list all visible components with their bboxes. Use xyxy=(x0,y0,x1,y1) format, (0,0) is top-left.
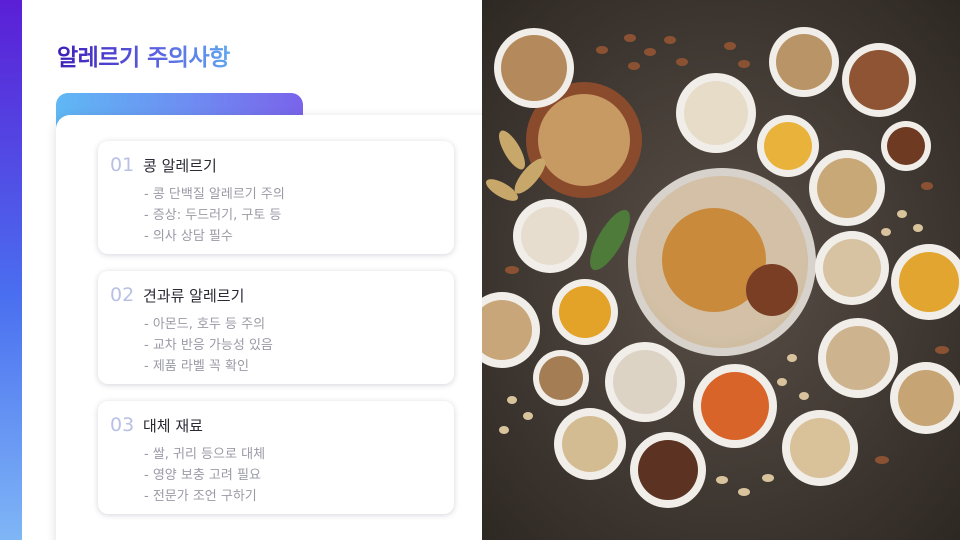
item-heading: 견과류 알레르기 xyxy=(143,287,245,305)
item-number: 02 xyxy=(110,284,135,306)
item-card-nuts: 02 견과류 알레르기 - 아몬드, 호두 등 주의 - 교차 반응 가능성 있… xyxy=(98,271,454,384)
item-heading: 콩 알레르기 xyxy=(143,157,217,175)
grains-nuts-photo xyxy=(482,0,960,540)
item-detail-list: - 아몬드, 호두 등 주의 - 교차 반응 가능성 있음 - 제품 라벨 꼭 … xyxy=(144,314,273,377)
item-number: 01 xyxy=(110,154,135,176)
item-heading: 대체 재료 xyxy=(143,417,203,435)
item-card-soy: 01 콩 알레르기 - 콩 단백질 알레르기 주의 - 증상: 두드러기, 구토… xyxy=(98,141,454,254)
item-detail: - 아몬드, 호두 등 주의 xyxy=(144,317,266,332)
item-detail: - 콩 단백질 알레르기 주의 xyxy=(144,187,285,202)
item-detail-list: - 쌀, 귀리 등으로 대체 - 영양 보충 고려 필요 - 전문가 조언 구하… xyxy=(144,444,265,507)
item-detail: - 교차 반응 가능성 있음 xyxy=(144,338,273,353)
item-number: 03 xyxy=(110,414,135,436)
item-detail: - 영양 보충 고려 필요 xyxy=(144,468,261,483)
item-detail: - 전문가 조언 구하기 xyxy=(144,489,257,504)
slide-title: 알레르기 주의사항 xyxy=(57,38,230,72)
item-detail: - 증상: 두드러기, 구토 등 xyxy=(144,208,282,223)
item-detail: - 쌀, 귀리 등으로 대체 xyxy=(144,447,266,462)
left-accent-bar xyxy=(0,0,22,540)
grains-nuts-illustration xyxy=(482,27,960,508)
item-detail: - 제품 라벨 꼭 확인 xyxy=(144,359,249,374)
item-detail: - 의사 상담 필수 xyxy=(144,229,233,244)
item-detail-list: - 콩 단백질 알레르기 주의 - 증상: 두드러기, 구토 등 - 의사 상담… xyxy=(144,184,285,247)
item-card-substitutes: 03 대체 재료 - 쌀, 귀리 등으로 대체 - 영양 보충 고려 필요 - … xyxy=(98,401,454,514)
